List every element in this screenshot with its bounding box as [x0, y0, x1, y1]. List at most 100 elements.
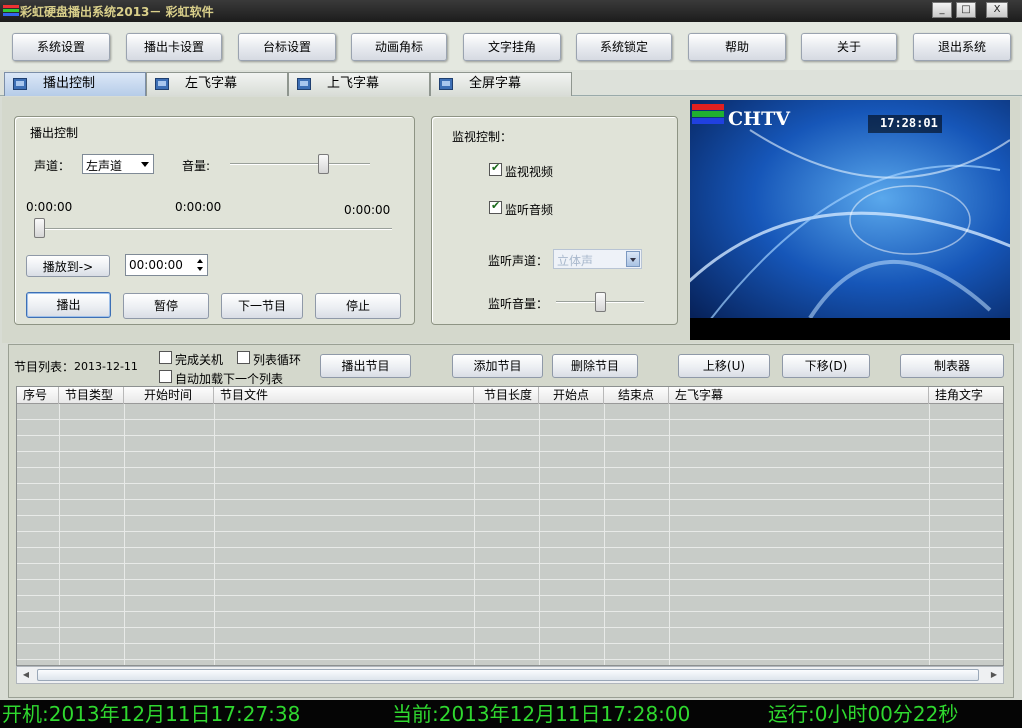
table-row[interactable] [17, 420, 1003, 436]
minimize-button[interactable]: _ [932, 2, 952, 18]
play-program-button[interactable]: 播出节目 [320, 354, 411, 378]
tab-up-scroll-caption[interactable]: 上飞字幕 [288, 72, 430, 96]
table-row[interactable] [17, 452, 1003, 468]
tab-left-scroll-caption[interactable]: 左飞字幕 [146, 72, 288, 96]
autoload-checkbox[interactable] [159, 370, 172, 383]
title-bar[interactable]: 彩虹硬盘播出系统2013－ 彩虹软件 _ □ X [0, 0, 1022, 22]
program-table[interactable]: 序号 节目类型 开始时间 节目文件 节目长度 开始点 结束点 左飞字幕 挂角文字 [16, 386, 1004, 666]
col-length[interactable]: 节目长度 [474, 387, 539, 404]
loop-checkbox[interactable] [237, 351, 250, 364]
monitor-video-checkbox[interactable] [489, 161, 502, 176]
preview-clock: 17:28:01 [880, 116, 938, 130]
horizontal-scrollbar[interactable]: ◀ ▶ [16, 666, 1004, 684]
col-corner-text[interactable]: 挂角文字 [929, 387, 1003, 404]
monitor-audio-label: 监听音频 [505, 203, 554, 217]
scroll-left-icon[interactable]: ◀ [18, 667, 34, 683]
system-settings-button[interactable]: 系统设置 [12, 33, 110, 61]
col-start-time[interactable]: 开始时间 [124, 387, 214, 404]
table-row[interactable] [17, 644, 1003, 660]
close-button[interactable]: X [986, 2, 1008, 18]
monitor-icon [155, 78, 169, 90]
chevron-down-icon [141, 162, 149, 167]
move-up-button[interactable]: 上移(U) [678, 354, 770, 378]
monitor-icon [439, 78, 453, 90]
next-program-button[interactable]: 下一节目 [221, 293, 303, 319]
table-row[interactable] [17, 628, 1003, 644]
monitor-audio-checkbox[interactable] [489, 199, 502, 214]
table-row[interactable] [17, 596, 1003, 612]
monitor-control-group [431, 116, 678, 325]
exit-button[interactable]: 退出系统 [913, 33, 1011, 61]
about-button[interactable]: 关于 [801, 33, 897, 61]
pause-button[interactable]: 暂停 [123, 293, 209, 319]
monitor-channel-label: 监听声道： [488, 254, 549, 268]
table-row[interactable] [17, 548, 1003, 564]
boot-time: 开机:2013年12月11日17:27:38 [2, 702, 301, 726]
time-end: 0:00:00 [344, 203, 391, 217]
table-row[interactable] [17, 532, 1003, 548]
col-left-caption[interactable]: 左飞字幕 [669, 387, 929, 404]
col-in-point[interactable]: 开始点 [539, 387, 604, 404]
scrollbar-thumb[interactable] [37, 669, 979, 681]
progress-slider[interactable] [34, 218, 45, 238]
table-row[interactable] [17, 468, 1003, 484]
col-type[interactable]: 节目类型 [59, 387, 124, 404]
table-row[interactable] [17, 564, 1003, 580]
col-index[interactable]: 序号 [17, 387, 59, 404]
stop-button[interactable]: 停止 [315, 293, 401, 319]
table-row[interactable] [17, 516, 1003, 532]
time-current: 0:00:00 [175, 200, 222, 214]
scroll-right-icon[interactable]: ▶ [986, 667, 1002, 683]
volume-track [230, 163, 370, 165]
table-row[interactable] [17, 436, 1003, 452]
shutdown-checkbox[interactable] [159, 351, 172, 364]
playlist-label: 节目列表： [14, 360, 75, 374]
progress-track [34, 228, 392, 230]
delete-program-button[interactable]: 删除节目 [552, 354, 638, 378]
logo-settings-button[interactable]: 台标设置 [238, 33, 336, 61]
tab-fullscreen-caption[interactable]: 全屏字幕 [430, 72, 572, 96]
shutdown-label: 完成关机 [175, 353, 224, 367]
table-row[interactable] [17, 484, 1003, 500]
status-bar: 开机:2013年12月11日17:27:38 当前:2013年12月11日17:… [0, 700, 1022, 728]
chevron-down-icon [626, 251, 640, 267]
playback-group-title: 播出控制 [30, 126, 79, 140]
loop-label: 列表循环 [253, 353, 302, 367]
maximize-button[interactable]: □ [956, 2, 976, 18]
tab-playback-control[interactable]: 播出控制 [4, 72, 146, 96]
monitor-group-title: 监视控制： [452, 130, 513, 144]
monitor-volume-slider[interactable] [594, 292, 606, 312]
help-button[interactable]: 帮助 [688, 33, 786, 61]
playlist-date: 2013-12-11 [74, 360, 138, 373]
col-file[interactable]: 节目文件 [214, 387, 474, 404]
play-button[interactable]: 播出 [26, 292, 111, 318]
app-logo-icon [3, 5, 19, 16]
preview-frame [690, 100, 1010, 340]
stepper-up-icon[interactable] [197, 259, 203, 263]
text-corner-button[interactable]: 文字挂角 [463, 33, 561, 61]
seek-time-stepper[interactable]: 00:00:00 [125, 254, 208, 276]
add-program-button[interactable]: 添加节目 [452, 354, 543, 378]
stepper-down-icon[interactable] [197, 267, 203, 271]
table-row[interactable] [17, 612, 1003, 628]
channel-select[interactable]: 左声道 [82, 154, 154, 174]
table-row[interactable] [17, 580, 1003, 596]
monitor-volume-label: 监听音量： [488, 297, 549, 311]
window-title: 彩虹硬盘播出系统2013－ 彩虹软件 [20, 5, 214, 19]
volume-slider[interactable] [317, 154, 329, 174]
table-row[interactable] [17, 500, 1003, 516]
channel-label: 声道： [34, 159, 71, 173]
system-lock-button[interactable]: 系统锁定 [576, 33, 672, 61]
volume-label: 音量: [182, 159, 211, 173]
monitor-video-label: 监视视频 [505, 165, 554, 179]
monitor-channel-select[interactable]: 立体声 [553, 249, 642, 269]
card-settings-button[interactable]: 播出卡设置 [126, 33, 222, 61]
channel-logo: CHTV [728, 108, 790, 130]
animated-corner-button[interactable]: 动画角标 [351, 33, 447, 61]
move-down-button[interactable]: 下移(D) [782, 354, 870, 378]
monitor-icon [13, 78, 27, 90]
table-row[interactable] [17, 404, 1003, 420]
scheduler-button[interactable]: 制表器 [900, 354, 1004, 378]
play-to-button[interactable]: 播放到-> [26, 255, 110, 277]
col-out-point[interactable]: 结束点 [604, 387, 669, 404]
